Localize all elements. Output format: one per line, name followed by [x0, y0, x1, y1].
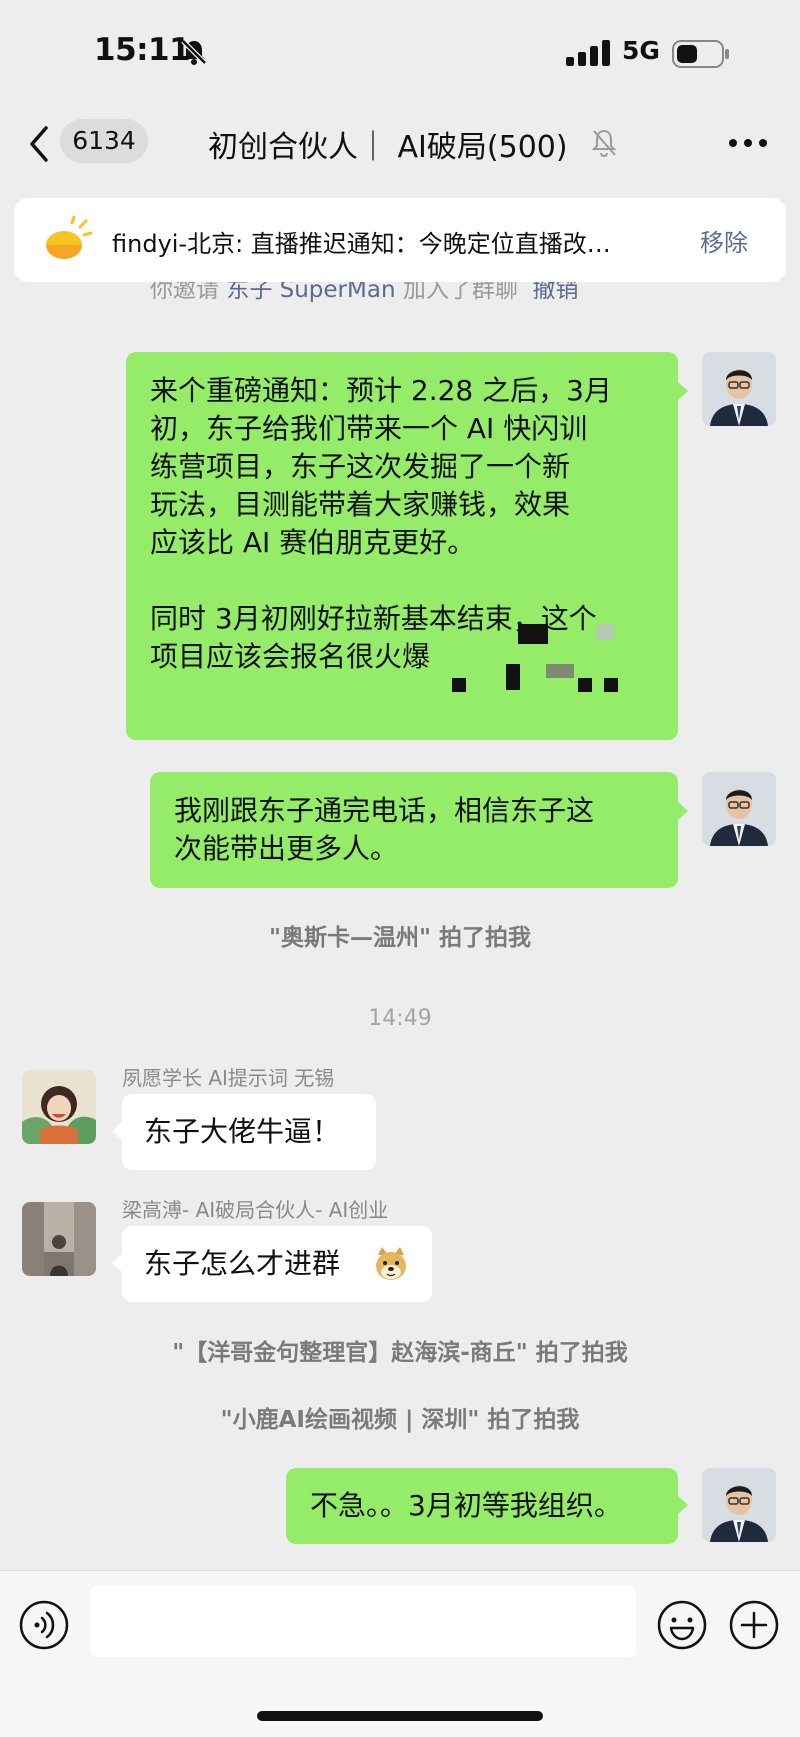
pat-notice: "小鹿AI绘画视频 | 深圳" 拍了拍我	[220, 1407, 580, 1433]
bubble-tail	[678, 382, 688, 400]
message-bubble-self[interactable]: 我刚跟东子通完电话，相信东子这 次能带出更多人。	[150, 772, 678, 888]
network-type: 5G	[622, 36, 660, 65]
message-bubble-self[interactable]: 不急。。3月初等我组织。	[286, 1468, 678, 1544]
system-revoke-link[interactable]: 撤销	[532, 282, 578, 303]
message-bubble-other[interactable]: 东子大佬牛逼！	[122, 1094, 376, 1170]
bubble-tail	[112, 1122, 122, 1140]
pat-notice: "奥斯卡—温州" 拍了拍我	[269, 925, 531, 951]
doge-emoji-icon	[376, 1247, 406, 1280]
bell-slash-icon	[181, 39, 207, 65]
message-text: 我刚跟东子通完电话，相信东子这 次能带出更多人。	[174, 794, 595, 865]
system-invitee-link[interactable]: 东子 SuperMan	[226, 282, 395, 303]
sender-name: 夙愿学长 AI提示词 无锡	[122, 1066, 335, 1090]
bubble-tail	[112, 1254, 122, 1272]
pinned-remove-button[interactable]: 移除	[700, 223, 748, 258]
system-message-cut: 你邀请 东子 SuperMan 加入了群聊 撤销	[0, 282, 800, 312]
message-text: 来个重磅通知：预计 2.28 之后，3月 初，东子给我们带来一个 AI 快闪训 …	[150, 374, 612, 673]
avatar-self[interactable]	[702, 772, 776, 846]
pinned-notice[interactable]: findyi-北京: 直播推迟通知：今晚定位直播改… 移除	[14, 198, 786, 282]
status-time: 15:11	[94, 32, 191, 68]
more-icon[interactable]	[728, 138, 768, 148]
mute-bell-icon	[591, 129, 617, 157]
system-prefix: 你邀请	[150, 282, 227, 303]
home-indicator[interactable]	[257, 1711, 543, 1721]
message-text: 东子大佬牛逼！	[144, 1115, 341, 1148]
status-bar: 15:11 5G	[0, 0, 800, 100]
message-timestamp: 14:49	[368, 1006, 432, 1031]
system-suffix: 加入了群聊	[395, 282, 533, 303]
back-chevron-icon[interactable]	[26, 122, 56, 166]
avatar-other[interactable]	[22, 1202, 96, 1276]
avatar-self[interactable]	[702, 352, 776, 426]
chat-header: 6134 初创合伙人｜ AI破局(500)	[0, 100, 800, 190]
signal-icon	[566, 40, 610, 66]
avatar-other[interactable]	[22, 1070, 96, 1144]
avatar-self[interactable]	[702, 1468, 776, 1542]
unread-count-badge[interactable]: 6134	[60, 119, 148, 163]
bubble-tail	[678, 802, 688, 820]
sender-name: 梁高溥- AI破局合伙人- AI创业	[122, 1198, 389, 1222]
input-bar	[0, 1570, 800, 1737]
chat-title: 初创合伙人｜ AI破局(500)	[208, 130, 568, 165]
message-bubble-self[interactable]: 来个重磅通知：预计 2.28 之后，3月 初，东子给我们带来一个 AI 快闪训 …	[126, 352, 678, 740]
message-text: 东子怎么才进群	[144, 1247, 341, 1280]
sun-icon	[46, 215, 93, 259]
pat-notice: "【洋哥金句整理官】赵海滨-商丘" 拍了拍我	[172, 1340, 628, 1366]
message-bubble-other[interactable]: 东子怎么才进群	[122, 1226, 432, 1302]
message-text: 不急。。3月初等我组织。	[310, 1489, 622, 1522]
battery-icon	[672, 40, 729, 68]
plus-icon[interactable]	[728, 1599, 780, 1651]
emoji-icon[interactable]	[656, 1599, 708, 1651]
voice-icon[interactable]	[18, 1599, 70, 1651]
message-input[interactable]	[90, 1585, 636, 1657]
bubble-tail	[678, 1496, 688, 1514]
pinned-notice-text: findyi-北京: 直播推迟通知：今晚定位直播改…	[112, 230, 611, 258]
